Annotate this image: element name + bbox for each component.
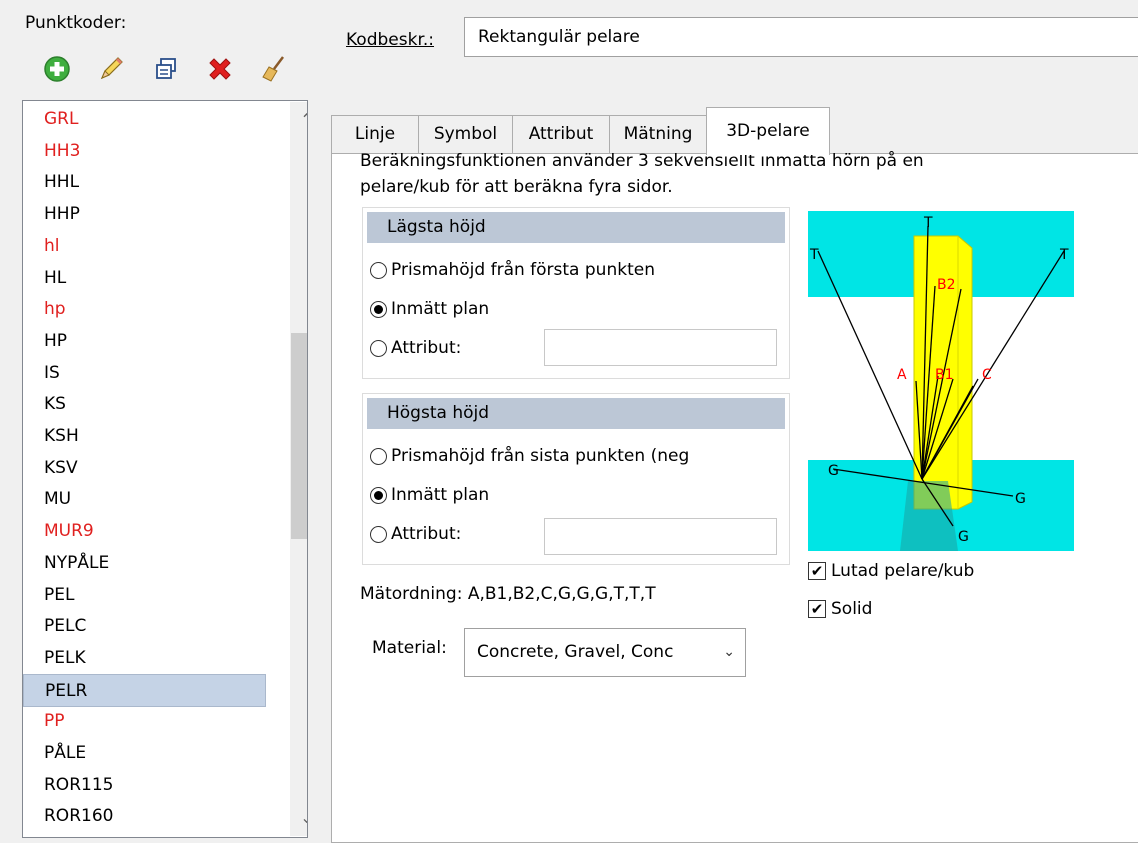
lowest-height-group: Lägsta höjd Prismahöjd från första punkt…: [362, 207, 790, 379]
list-item[interactable]: PP: [23, 705, 266, 738]
broom-icon: [262, 56, 284, 82]
copy-icon: [156, 58, 176, 79]
label-g-right: G: [1015, 491, 1026, 507]
scroll-down-icon[interactable]: ⌄: [291, 801, 307, 835]
list-item[interactable]: PEL: [23, 579, 266, 612]
list-item[interactable]: GRL: [23, 103, 266, 136]
highest-option-prism[interactable]: Prismahöjd från sista punkten (neg: [370, 443, 689, 469]
list-item[interactable]: MU: [23, 483, 266, 516]
material-label: Material:: [372, 638, 447, 658]
lowest-height-title: Lägsta höjd: [367, 212, 785, 243]
description-text: Beräkningsfunktionen använder 3 sekvensi…: [360, 148, 1060, 200]
scroll-thumb[interactable]: [291, 333, 307, 539]
list-item[interactable]: PELC: [23, 610, 266, 643]
radio-icon[interactable]: [370, 261, 387, 279]
highest-option-attribute[interactable]: Attribut:: [370, 521, 461, 547]
pillar-diagram: T T T B2 A B1 C G G G: [808, 211, 1074, 551]
label-t-left: T: [809, 247, 819, 263]
checkmark-icon[interactable]: ✔: [808, 600, 826, 618]
highest-height-group: Högsta höjd Prismahöjd från sista punkte…: [362, 393, 790, 565]
label-b2: B2: [937, 277, 956, 293]
radio-icon[interactable]: [370, 486, 387, 504]
lowest-option-plane[interactable]: Inmätt plan: [370, 296, 489, 322]
list-item[interactable]: hp: [23, 293, 266, 326]
radio-icon[interactable]: [370, 339, 387, 357]
instrument-shape: [900, 481, 958, 551]
lowest-attribute-input[interactable]: [544, 329, 777, 366]
checkbox-solid-label: Solid: [831, 599, 873, 619]
label-a: A: [897, 367, 907, 383]
list-item[interactable]: IS: [23, 357, 266, 390]
kodbeskr-label: Kodbeskr.:: [346, 30, 434, 50]
checkmark-icon[interactable]: ✔: [808, 562, 826, 580]
highest-option-plane[interactable]: Inmätt plan: [370, 482, 489, 508]
highest-option-plane-label: Inmätt plan: [391, 485, 490, 505]
description-line-2: pelare/kub för att beräkna fyra sidor.: [360, 177, 673, 197]
chevron-down-icon[interactable]: ⌄: [723, 629, 735, 676]
punktkoder-list[interactable]: GRL HH3 HHL HHP hl HL hp HP IS KS KSH KSV MU MUR9 NYPÅ…: [22, 100, 308, 838]
kodbeskr-label-text: Kodbeskr.:: [346, 30, 435, 50]
pencil-icon: [100, 57, 123, 80]
lowest-option-plane-label: Inmätt plan: [391, 299, 490, 319]
list-item[interactable]: HP: [23, 325, 266, 358]
lowest-option-prism[interactable]: Prismahöjd från första punkten: [370, 257, 655, 283]
copy-button[interactable]: [149, 52, 183, 86]
checkbox-lutad-label: Lutad pelare/kub: [831, 561, 975, 581]
lowest-option-attribute[interactable]: Attribut:: [370, 335, 461, 361]
list-item[interactable]: PÅLE: [23, 737, 266, 770]
material-select[interactable]: Concrete, Gravel, Conc ⌄: [464, 628, 746, 677]
kodbeskr-input[interactable]: Rektangulär pelare: [464, 17, 1138, 57]
measurement-order-text: Mätordning: A,B1,B2,C,G,G,G,T,T,T: [360, 584, 656, 604]
radio-icon[interactable]: [370, 447, 387, 465]
label-t-top: T: [923, 215, 933, 231]
label-c: C: [982, 367, 992, 383]
edit-button[interactable]: [94, 52, 128, 86]
list-item[interactable]: KS: [23, 388, 266, 421]
label-g-bottom: G: [958, 529, 969, 545]
highest-attribute-input[interactable]: [544, 518, 777, 555]
highest-height-title: Högsta höjd: [367, 398, 785, 429]
list-item[interactable]: NYPÅLE: [23, 547, 266, 580]
list-item[interactable]: HH3: [23, 135, 266, 168]
list-item[interactable]: HHL: [23, 166, 266, 199]
radio-icon[interactable]: [370, 300, 387, 318]
list-item[interactable]: MUR9: [23, 515, 266, 548]
list-item[interactable]: ROR160: [23, 800, 266, 833]
add-button[interactable]: [40, 52, 74, 86]
list-item[interactable]: PELK: [23, 642, 266, 675]
label-b1: B1: [935, 367, 954, 383]
radio-icon[interactable]: [370, 525, 387, 543]
highest-option-prism-label: Prismahöjd från sista punkten (neg: [391, 446, 690, 466]
list-item[interactable]: KSH: [23, 420, 266, 453]
list-item[interactable]: hl: [23, 230, 266, 263]
punktkoder-label: Punktkoder:: [25, 13, 127, 33]
tab-3d-pelare[interactable]: 3D-pelare: [706, 107, 830, 155]
list-item[interactable]: PELR: [23, 673, 266, 707]
label-t-right: T: [1059, 247, 1069, 263]
add-icon: [44, 56, 70, 82]
clean-button[interactable]: [257, 52, 291, 86]
list-item[interactable]: KSV: [23, 452, 266, 485]
lowest-option-prism-label: Prismahöjd från första punkten: [391, 260, 655, 280]
scroll-up-icon[interactable]: ⌃: [291, 103, 307, 137]
material-value: Concrete, Gravel, Conc: [477, 642, 674, 662]
highest-option-attribute-label: Attribut:: [391, 524, 462, 544]
list-item[interactable]: ROR115: [23, 769, 266, 802]
checkbox-solid[interactable]: ✔ Solid: [808, 599, 872, 619]
delete-button[interactable]: [203, 52, 237, 86]
delete-icon: [209, 58, 231, 80]
list-item[interactable]: HHP: [23, 198, 266, 231]
checkbox-lutad[interactable]: ✔ Lutad pelare/kub: [808, 561, 974, 581]
label-g-left: G: [828, 463, 839, 479]
lowest-option-attribute-label: Attribut:: [391, 338, 462, 358]
list-item[interactable]: HL: [23, 262, 266, 295]
